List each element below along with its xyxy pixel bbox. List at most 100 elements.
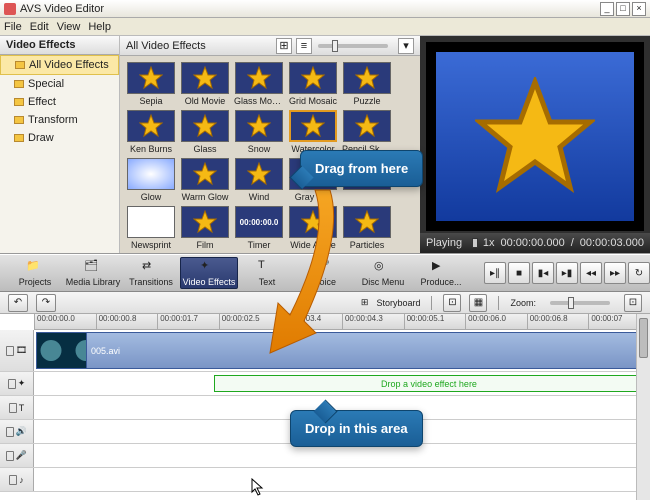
zoom-fit-button[interactable]: ⊡	[624, 294, 642, 312]
next-button[interactable]: ▸▮	[556, 262, 578, 284]
effect-label: Glass Mosaic	[234, 96, 284, 106]
preview-display	[426, 42, 644, 231]
view-list-button[interactable]: ≡	[296, 38, 312, 54]
effect-thumbnail	[181, 158, 229, 190]
ribbon-label: Produce...	[420, 277, 461, 287]
ribbon-label: Transitions	[129, 277, 173, 287]
ribbon-icon: T	[258, 259, 276, 275]
effect-ken-burns[interactable]: Ken Burns	[126, 110, 176, 154]
sidebar-item-transform[interactable]: Transform	[0, 111, 119, 129]
effect-wide-angle[interactable]: Wide Angle	[288, 206, 338, 250]
effect-newsprint[interactable]: Newsprint	[126, 206, 176, 250]
prev-button[interactable]: ▮◂	[532, 262, 554, 284]
view-mode-label[interactable]: Storyboard	[376, 298, 420, 308]
effects-header: All Video Effects	[126, 40, 206, 52]
effect-glow[interactable]: Glow	[126, 158, 176, 202]
timeline-options-button[interactable]: ⊡	[443, 294, 461, 312]
lock-icon[interactable]	[6, 346, 14, 356]
effect-wind[interactable]: Wind	[234, 158, 284, 202]
app-icon	[4, 3, 16, 15]
effect-warm-glow[interactable]: Warm Glow	[180, 158, 230, 202]
timeline-scrollbar[interactable]	[636, 314, 650, 500]
ribbon-media-library[interactable]: 🗂Media Library	[64, 257, 122, 289]
ribbon-produce-[interactable]: ▶ Produce...	[412, 257, 470, 289]
effect-thumbnail: 00:00:00.0	[235, 206, 283, 238]
preview-panel: Playing 1x 00:00:00.000 / 00:00:03.000	[420, 36, 650, 253]
undo-button[interactable]: ↶	[8, 294, 28, 312]
redo-button[interactable]: ↷	[36, 294, 56, 312]
preview-speed: 1x	[483, 237, 495, 249]
preview-controls: Playing 1x 00:00:00.000 / 00:00:03.000	[420, 233, 650, 253]
effect-particles[interactable]: Particles	[342, 206, 392, 250]
clip-thumbnail	[37, 333, 87, 368]
effect-thumbnail	[181, 206, 229, 238]
sidebar-header: Video Effects	[0, 36, 119, 55]
effect-glass[interactable]: Glass	[180, 110, 230, 154]
video-track-body[interactable]: 005.avi	[34, 330, 650, 371]
ruler-tick: 00:00:04.3	[342, 314, 404, 329]
ribbon: 📁Projects🗂Media Library ⇄ Transitions ✦Vide…	[0, 254, 650, 292]
effect-glass-mosaic[interactable]: Glass Mosaic	[234, 62, 284, 106]
menu-view[interactable]: View	[57, 21, 81, 33]
timeline-snap-button[interactable]: ▦	[469, 294, 487, 312]
effect-grid-mosaic[interactable]: Grid Mosaic	[288, 62, 338, 106]
ribbon-icon: ⇄	[142, 259, 160, 275]
sidebar-item-all-video-effects[interactable]: All Video Effects	[0, 55, 119, 75]
play-button[interactable]: ▸∥	[484, 262, 506, 284]
effect-watercolor[interactable]: Watercolor	[288, 110, 338, 154]
effect-sepia[interactable]: Sepia	[126, 62, 176, 106]
loop-button[interactable]: ↻	[628, 262, 650, 284]
effect-label: Snow	[234, 144, 284, 154]
effect-dropzone[interactable]: Drop a video effect here	[214, 375, 644, 392]
effect-label: Ken Burns	[126, 144, 176, 154]
zoom-slider[interactable]	[550, 301, 610, 305]
ruler-tick: 00:00:01.7	[157, 314, 219, 329]
track-audio2: 🎤	[0, 444, 650, 468]
ruler-tick: 00:00:06.0	[465, 314, 527, 329]
view-grid-button[interactable]: ⊞	[276, 38, 292, 54]
timeline-ruler[interactable]: 00:00:00.000:00:00.800:00:01.700:00:02.5…	[34, 314, 650, 330]
video-clip[interactable]: 005.avi	[36, 332, 648, 369]
minimize-button[interactable]: _	[600, 2, 614, 16]
menu-edit[interactable]: Edit	[30, 21, 49, 33]
lock-icon[interactable]	[6, 427, 14, 437]
ribbon-icon: 🗂	[84, 259, 102, 275]
ribbon-transitions[interactable]: ⇄ Transitions	[122, 257, 180, 289]
ribbon-icon: ▶	[432, 259, 450, 275]
sidebar-item-effect[interactable]: Effect	[0, 93, 119, 111]
effect-puzzle[interactable]: Puzzle	[342, 62, 392, 106]
effect-thumbnail	[127, 110, 175, 142]
preview-scrubber[interactable]	[472, 241, 473, 245]
close-button[interactable]: ×	[632, 2, 646, 16]
lock-icon[interactable]	[9, 475, 17, 485]
ribbon-text[interactable]: TText	[238, 257, 296, 289]
sidebar-item-draw[interactable]: Draw	[0, 129, 119, 147]
ribbon-projects[interactable]: 📁Projects	[6, 257, 64, 289]
track-audio3: ♪	[0, 468, 650, 492]
ruler-tick: 00:00:00.8	[96, 314, 158, 329]
step-back-button[interactable]: ◂◂	[580, 262, 602, 284]
menu-file[interactable]: File	[4, 21, 22, 33]
ribbon-label: Voice	[314, 277, 336, 287]
menu-help[interactable]: Help	[88, 21, 111, 33]
lock-icon[interactable]	[9, 403, 17, 413]
effect-label: Gray Out	[288, 192, 338, 202]
sidebar-item-special[interactable]: Special	[0, 75, 119, 93]
step-fwd-button[interactable]: ▸▸	[604, 262, 626, 284]
lock-icon[interactable]	[8, 379, 16, 389]
cursor-icon	[251, 478, 267, 498]
effect-timer[interactable]: 00:00:00.0Timer	[234, 206, 284, 250]
effect-pencil-sketch[interactable]: Pencil Sketch	[342, 110, 392, 154]
thumb-size-slider[interactable]	[318, 44, 388, 48]
effect-old-movie[interactable]: Old Movie	[180, 62, 230, 106]
ribbon-disc-menu[interactable]: ◎Disc Menu	[354, 257, 412, 289]
panel-menu-button[interactable]: ▾	[398, 38, 414, 54]
ribbon-video-effects[interactable]: ✦Video Effects	[180, 257, 238, 289]
effect-track-body[interactable]: Drop a video effect here	[34, 372, 650, 395]
lock-icon[interactable]	[6, 451, 14, 461]
effect-snow[interactable]: Snow	[234, 110, 284, 154]
stop-button[interactable]: ■	[508, 262, 530, 284]
ribbon-voice[interactable]: 🎤Voice	[296, 257, 354, 289]
maximize-button[interactable]: □	[616, 2, 630, 16]
effect-film[interactable]: Film	[180, 206, 230, 250]
